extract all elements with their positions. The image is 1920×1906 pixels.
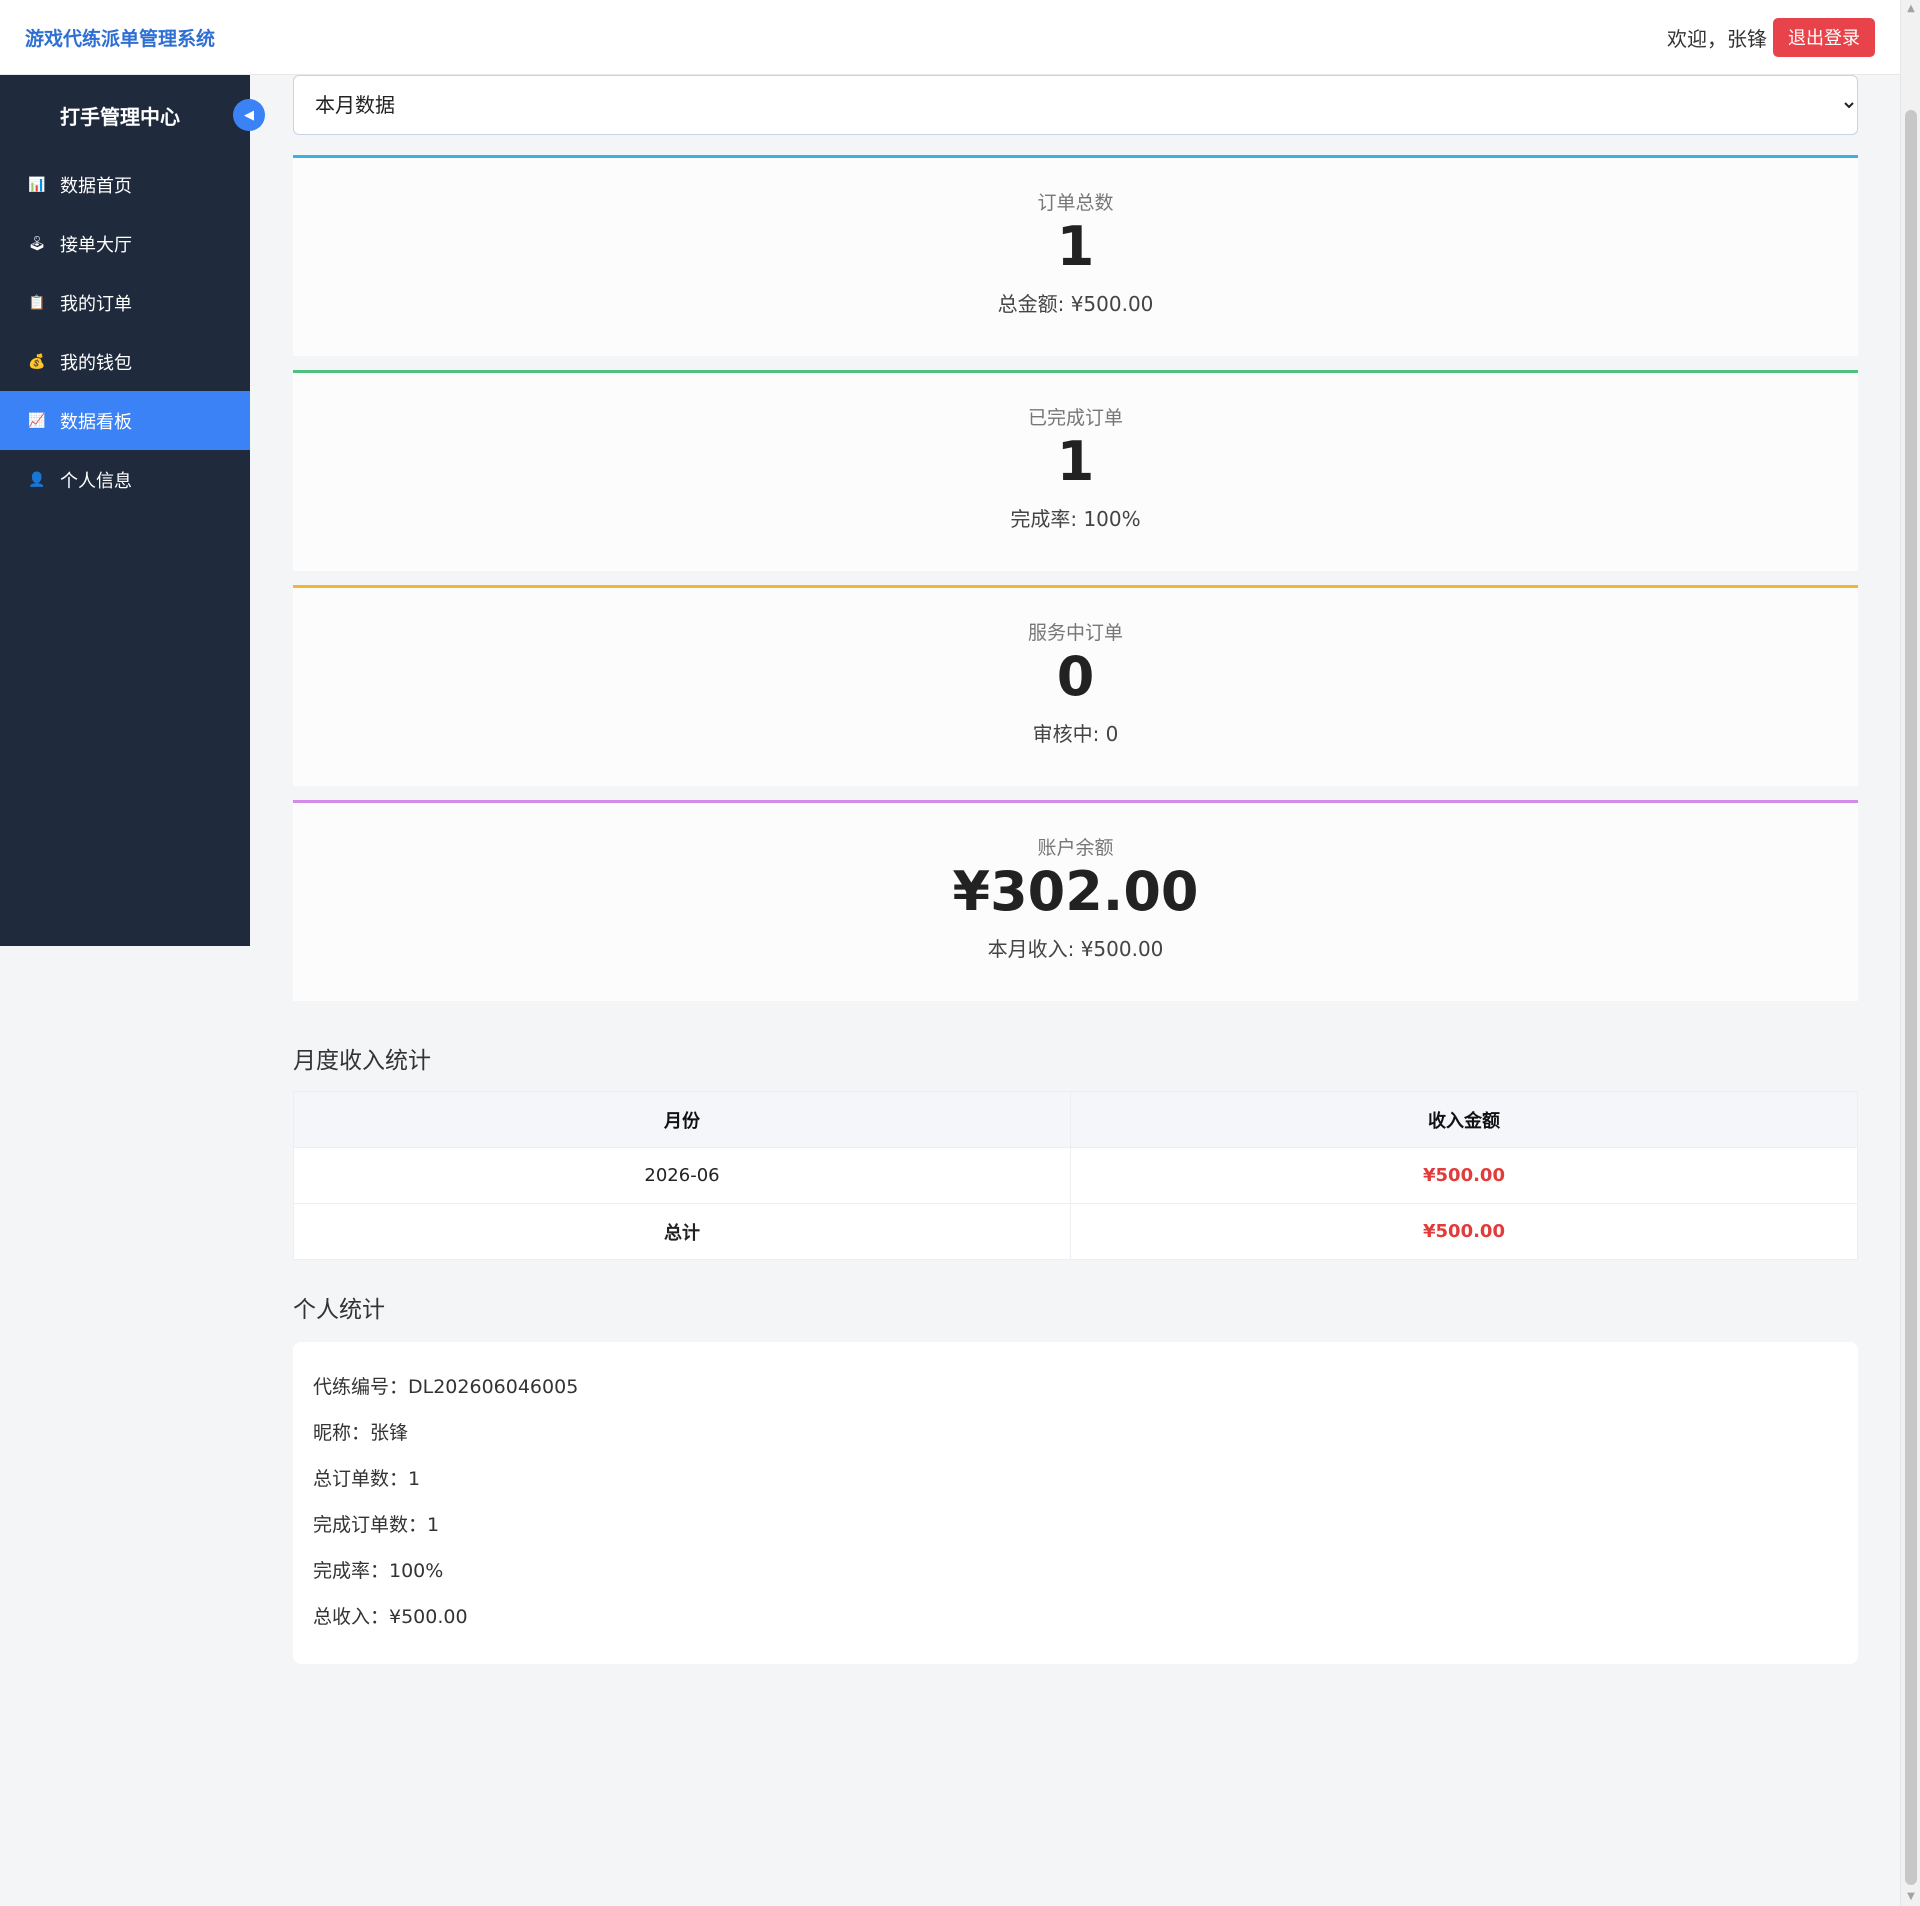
sidebar-item-my-orders[interactable]: 📋 我的订单: [0, 273, 250, 332]
personal-stats-panel: 代练编号：DL202606046005 昵称：张锋 总订单数：1 完成订单数：1…: [293, 1342, 1858, 1664]
sidebar-item-label: 我的钱包: [60, 352, 132, 374]
sidebar-item-label: 我的订单: [60, 293, 132, 315]
stat-card-account-balance: 账户余额 ¥302.00 本月收入: ¥500.00: [293, 800, 1858, 1001]
stat-label: 服务中订单: [1027, 622, 1123, 644]
scroll-up-arrow-icon[interactable]: ▲: [1901, 0, 1920, 18]
sidebar-item-my-wallet[interactable]: 💰 我的钱包: [0, 332, 250, 391]
stat-card-in-service-orders: 服务中订单 0 审核中: 0: [293, 585, 1858, 786]
nickname: 昵称：张锋: [313, 1422, 409, 1444]
user-icon: 👤: [28, 471, 46, 488]
top-header: 游戏代练派单管理系统 欢迎，张锋 退出登录: [0, 0, 1900, 75]
personal-stats-title: 个人统计: [293, 1297, 385, 1323]
cell-month: 2026-06: [293, 1147, 1071, 1204]
sidebar-title: 打手管理中心: [60, 104, 180, 129]
column-header-amount: 收入金额: [1070, 1091, 1858, 1148]
stat-card-total-orders: 订单总数 1 总金额: ¥500.00: [293, 155, 1858, 356]
sidebar-item-data-board[interactable]: 📈 数据看板: [0, 391, 250, 450]
logout-button[interactable]: 退出登录: [1773, 17, 1875, 57]
sidebar-item-label: 数据看板: [60, 411, 132, 433]
table-row: 2026-06 ¥500.00: [293, 1147, 1858, 1204]
sidebar-collapse-button[interactable]: ◀: [233, 99, 265, 131]
chevron-left-icon: ◀: [244, 107, 254, 123]
column-header-month: 月份: [293, 1091, 1071, 1148]
player-id: 代练编号：DL202606046005: [313, 1376, 579, 1398]
table-total-row: 总计 ¥500.00: [293, 1203, 1858, 1260]
app-title: 游戏代练派单管理系统: [25, 27, 216, 50]
page-scrollbar[interactable]: ▲ ▼: [1900, 0, 1920, 1906]
line-chart-icon: 📈: [28, 412, 46, 429]
scroll-down-arrow-icon[interactable]: ▼: [1901, 1888, 1920, 1906]
sidebar-item-order-hall[interactable]: 🕹 接单大厅: [0, 214, 250, 273]
stat-value: 1: [1056, 215, 1095, 278]
sidebar-item-label: 个人信息: [60, 470, 132, 492]
cell-amount: ¥500.00: [1070, 1147, 1858, 1204]
completion-rate: 完成率：100%: [313, 1560, 444, 1582]
stat-label: 已完成订单: [1027, 407, 1123, 429]
total-orders: 总订单数：1: [313, 1468, 421, 1490]
joystick-icon: 🕹: [28, 235, 46, 252]
monthly-income-title: 月度收入统计: [293, 1048, 431, 1074]
stat-subtext: 总金额: ¥500.00: [997, 292, 1154, 316]
cell-total-amount: ¥500.00: [1070, 1203, 1858, 1260]
stat-value: 1: [1056, 430, 1095, 493]
sidebar-item-label: 数据首页: [60, 175, 132, 197]
period-select[interactable]: 本月数据: [293, 75, 1858, 135]
stat-card-completed-orders: 已完成订单 1 完成率: 100%: [293, 370, 1858, 571]
stat-subtext: 完成率: 100%: [1010, 507, 1141, 531]
cell-total-label: 总计: [293, 1203, 1071, 1260]
bar-chart-icon: 📊: [28, 176, 46, 193]
main-content: 本月数据 订单总数 1 总金额: ¥500.00 已完成订单 1 完成率: 10…: [293, 75, 1858, 1664]
stat-value: ¥302.00: [952, 860, 1199, 923]
stat-subtext: 本月收入: ¥500.00: [987, 937, 1164, 961]
stat-label: 订单总数: [1037, 192, 1114, 214]
sidebar: 打手管理中心 ◀ 📊 数据首页 🕹 接单大厅 📋 我的订单 💰 我的钱包 📈 数…: [0, 75, 265, 946]
stat-subtext: 审核中: 0: [1032, 722, 1119, 746]
sidebar-item-label: 接单大厅: [60, 234, 132, 256]
sidebar-item-profile[interactable]: 👤 个人信息: [0, 450, 250, 509]
completed-orders: 完成订单数：1: [313, 1514, 440, 1536]
stat-value: 0: [1056, 645, 1095, 708]
header-user-area: 欢迎，张锋 退出登录: [1667, 17, 1875, 57]
monthly-income-table: 月份 收入金额 2026-06 ¥500.00 总计 ¥500.00: [293, 1091, 1858, 1260]
money-bag-icon: 💰: [28, 353, 46, 370]
clipboard-icon: 📋: [28, 294, 46, 311]
total-income: 总收入：¥500.00: [313, 1606, 468, 1628]
welcome-text: 欢迎，张锋: [1667, 26, 1767, 51]
stat-label: 账户余额: [1037, 837, 1114, 859]
table-header-row: 月份 收入金额: [293, 1091, 1858, 1148]
scrollbar-thumb[interactable]: [1905, 110, 1917, 1885]
sidebar-item-dashboard-home[interactable]: 📊 数据首页: [0, 155, 250, 214]
